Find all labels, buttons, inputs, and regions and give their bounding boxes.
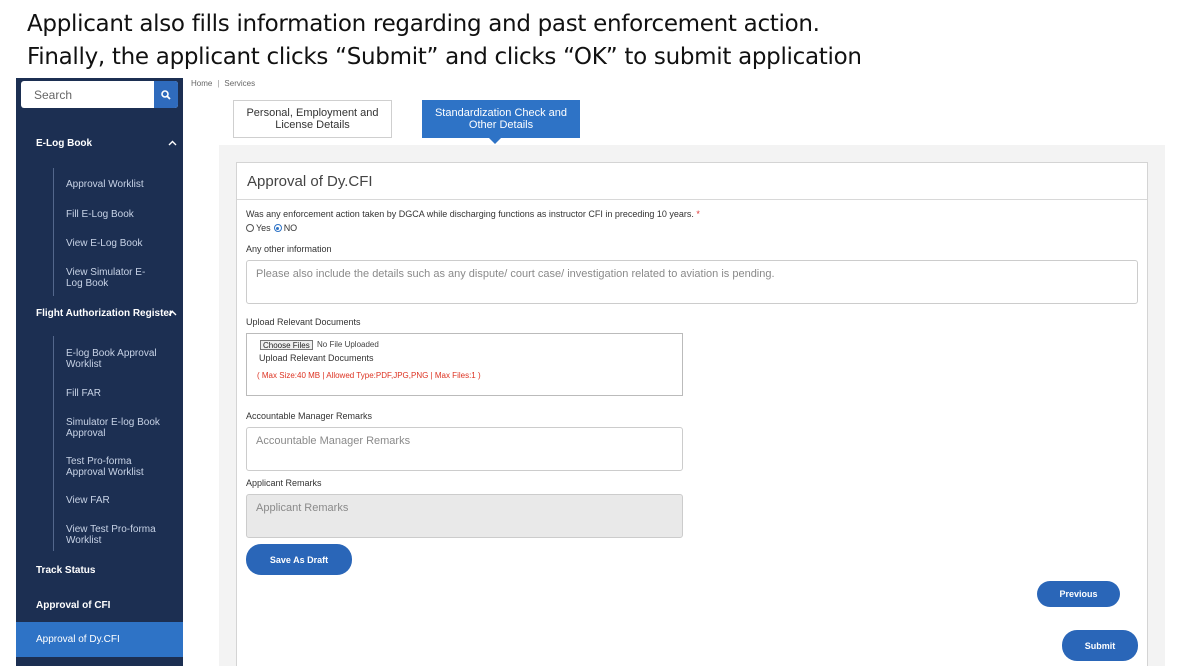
upload-box: Choose Files No File Uploaded Upload Rel… <box>246 333 683 396</box>
tab-standardization-check[interactable]: Standardization Check and Other Details <box>422 100 580 144</box>
upload-title: Upload Relevant Documents <box>259 353 374 363</box>
breadcrumb-separator: | <box>217 79 220 88</box>
upload-documents-label: Upload Relevant Documents <box>246 317 361 327</box>
sidebar-item-view-far[interactable]: View FAR <box>16 495 183 506</box>
sidebar-section-label: E-Log Book <box>36 137 93 149</box>
form-title: Approval of Dy.CFI <box>237 163 1147 200</box>
radio-no[interactable] <box>273 224 282 232</box>
sidebar-item-view-simulator-elog-book[interactable]: View Simulator E-Log Book <box>16 267 156 289</box>
sidebar-section-flight-authorization-register[interactable]: Flight Authorization Register <box>16 301 183 325</box>
search-box <box>21 81 178 108</box>
breadcrumb-home[interactable]: Home <box>191 79 212 88</box>
other-info-textarea[interactable] <box>246 260 1138 304</box>
save-as-draft-button[interactable]: Save As Draft <box>246 544 352 575</box>
sidebar-item-fill-far[interactable]: Fill FAR <box>16 388 183 399</box>
sidebar-item-view-elog-book[interactable]: View E-Log Book <box>16 238 183 249</box>
applicant-remarks-textarea <box>246 494 683 538</box>
upload-hint: ( Max Size:40 MB | Allowed Type:PDF,JPG,… <box>257 371 481 380</box>
choose-files-button[interactable]: Choose Files <box>260 340 313 350</box>
tab-personal-employment-license[interactable]: Personal, Employment and License Details <box>233 100 392 138</box>
sidebar-item-view-test-proforma-worklist[interactable]: View Test Pro-forma Worklist <box>16 524 161 546</box>
applicant-remarks-label: Applicant Remarks <box>246 478 322 488</box>
chevron-up-icon <box>168 310 177 316</box>
caption-line-2: Finally, the applicant clicks “Submit” a… <box>27 44 862 70</box>
other-info-label: Any other information <box>246 244 332 254</box>
enforcement-question: Was any enforcement action taken by DGCA… <box>246 209 700 219</box>
sidebar-item-elog-book-approval-worklist[interactable]: E-log Book Approval Worklist <box>16 348 161 370</box>
sidebar-item-simulator-elog-book-approval[interactable]: Simulator E-log Book Approval <box>16 417 161 439</box>
sidebar-item-track-status[interactable]: Track Status <box>16 558 183 582</box>
slide-caption: Applicant also fills information regardi… <box>27 8 1187 74</box>
sidebar: E-Log Book Approval Worklist Fill E-Log … <box>16 78 183 666</box>
manager-remarks-label: Accountable Manager Remarks <box>246 411 373 421</box>
radio-yes-label: Yes <box>256 223 271 233</box>
sidebar-item-approval-of-dy-cfi[interactable]: Approval of Dy.CFI <box>16 622 183 657</box>
search-button[interactable] <box>154 81 178 108</box>
sidebar-item-fill-elog-book[interactable]: Fill E-Log Book <box>16 209 183 220</box>
caption-line-1: Applicant also fills information regardi… <box>27 11 820 37</box>
radio-no-label: NO <box>283 223 298 233</box>
sidebar-section-label: Flight Authorization Register <box>36 307 173 319</box>
no-file-text: No File Uploaded <box>317 340 379 349</box>
breadcrumb: Home | Services <box>191 79 255 88</box>
sidebar-section-elog-book[interactable]: E-Log Book <box>16 131 183 155</box>
enforcement-radio-group: Yes NO <box>246 223 297 233</box>
form-card: Approval of Dy.CFI <box>236 162 1148 666</box>
enforcement-question-text: Was any enforcement action taken by DGCA… <box>246 209 694 219</box>
submit-button[interactable]: Submit <box>1062 630 1138 661</box>
search-input[interactable] <box>21 81 154 108</box>
manager-remarks-textarea[interactable] <box>246 427 683 471</box>
search-icon <box>161 89 171 100</box>
breadcrumb-services[interactable]: Services <box>224 79 255 88</box>
sidebar-item-approval-worklist[interactable]: Approval Worklist <box>16 179 183 190</box>
radio-yes[interactable] <box>246 224 254 232</box>
sidebar-item-test-proforma-approval-worklist[interactable]: Test Pro-forma Approval Worklist <box>16 456 166 478</box>
sidebar-item-approval-of-cfi[interactable]: Approval of CFI <box>16 593 183 617</box>
required-mark: * <box>696 209 700 219</box>
chevron-up-icon <box>168 140 177 146</box>
previous-button[interactable]: Previous <box>1037 581 1120 607</box>
